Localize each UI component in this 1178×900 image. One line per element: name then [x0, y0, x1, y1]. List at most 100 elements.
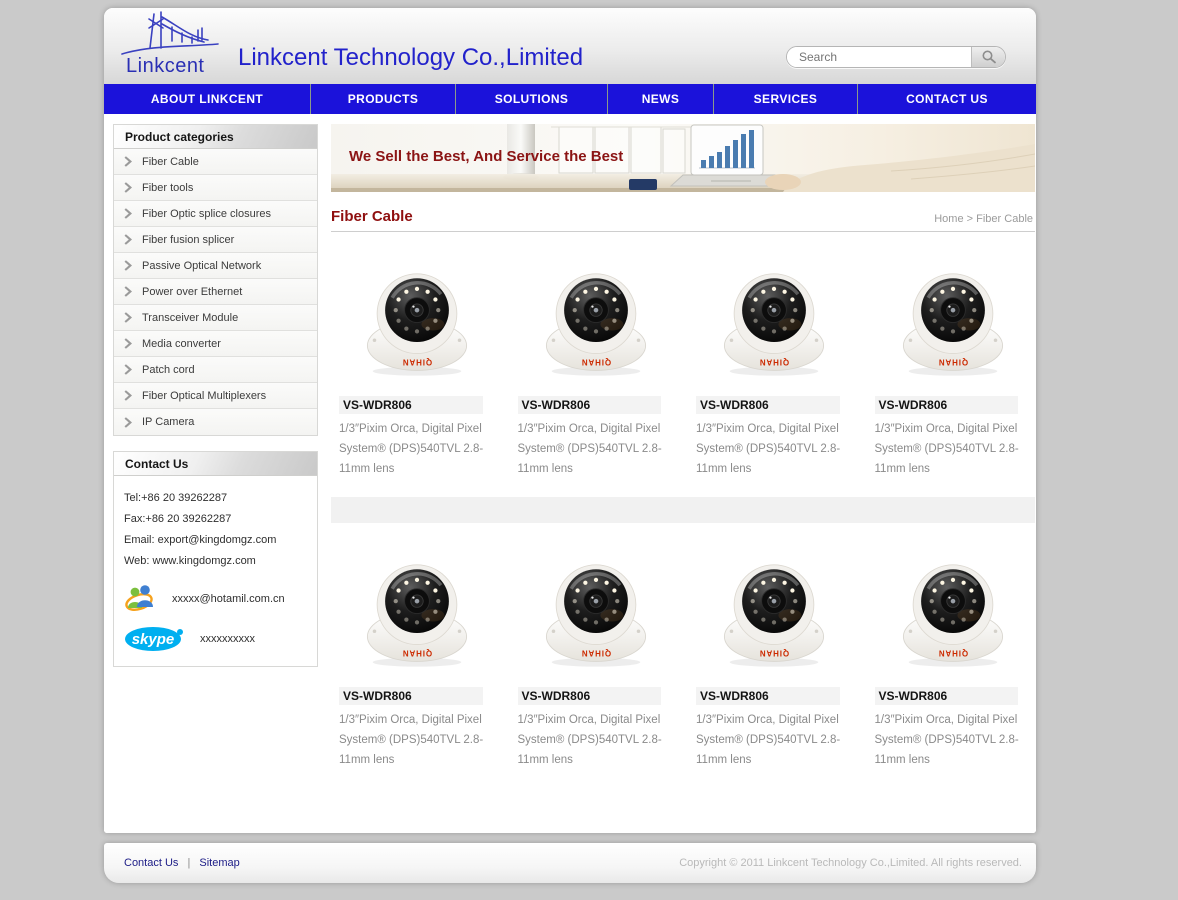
svg-text:QIHAN: QIHAN	[938, 358, 968, 367]
copyright-text: Copyright © 2011 Linkcent Technology Co.…	[679, 857, 1022, 869]
magnifier-icon	[981, 49, 997, 65]
product-card[interactable]: QIHAN VS-WDR806 1/3″Pixim Orca, Digital …	[510, 246, 679, 489]
product-title[interactable]: VS-WDR806	[518, 687, 662, 705]
chevron-right-icon	[124, 417, 132, 428]
chevron-right-icon	[124, 208, 132, 219]
svg-text:QIHAN: QIHAN	[581, 358, 611, 367]
content-area: Product categories Fiber Cable	[104, 114, 1036, 833]
nav-about[interactable]: ABOUT LINKCENT	[104, 84, 310, 114]
svg-text:QIHAN: QIHAN	[402, 358, 432, 367]
category-item[interactable]: Passive Optical Network	[114, 253, 317, 279]
nav-solutions[interactable]: SOLUTIONS	[455, 84, 607, 114]
chevron-right-icon	[124, 260, 132, 271]
category-label: Patch cord	[142, 364, 195, 376]
chevron-right-icon	[124, 286, 132, 297]
contact-fax: Fax:+86 20 39262287	[124, 509, 309, 530]
banner-slogan: We Sell the Best, And Service the Best	[349, 148, 623, 165]
product-title[interactable]: VS-WDR806	[339, 687, 483, 705]
search-button[interactable]	[971, 47, 1005, 67]
breadcrumb-current: Fiber Cable	[976, 213, 1033, 225]
breadcrumb: Home > Fiber Cable	[934, 213, 1035, 225]
product-title[interactable]: VS-WDR806	[518, 396, 662, 414]
category-item[interactable]: Fiber Optic splice closures	[114, 201, 317, 227]
product-card[interactable]: QIHAN VS-WDR806 1/3″Pixim Orca, Digital …	[331, 537, 500, 780]
site-header: Linkcent Linkcent Technology Co.,Limited	[104, 8, 1036, 84]
category-item[interactable]: Fiber tools	[114, 175, 317, 201]
dome-camera-image: QIHAN	[696, 248, 853, 390]
chevron-right-icon	[124, 234, 132, 245]
category-item[interactable]: IP Camera	[114, 409, 317, 435]
category-label: Transceiver Module	[142, 312, 238, 324]
product-title[interactable]: VS-WDR806	[875, 396, 1019, 414]
category-label: Fiber Optic splice closures	[142, 208, 271, 220]
dome-camera-image: QIHAN	[339, 539, 496, 681]
svg-text:QIHAN: QIHAN	[759, 358, 789, 367]
chevron-right-icon	[124, 364, 132, 375]
company-title: Linkcent Technology Co.,Limited	[238, 44, 583, 72]
dome-camera-image: QIHAN	[518, 539, 675, 681]
skype-account: xxxxxxxxxx	[200, 633, 255, 645]
row-divider-band	[331, 497, 1035, 523]
product-card[interactable]: QIHAN VS-WDR806 1/3″Pixim Orca, Digital …	[331, 246, 500, 489]
svg-text:QIHAN: QIHAN	[759, 649, 789, 658]
category-item[interactable]: Power over Ethernet	[114, 279, 317, 305]
category-item[interactable]: Fiber Cable	[114, 149, 317, 175]
product-title[interactable]: VS-WDR806	[696, 396, 840, 414]
msn-messenger-icon	[124, 584, 158, 614]
msn-row: xxxxx@hotamil.com.cn	[124, 584, 309, 614]
category-label: Power over Ethernet	[142, 286, 242, 298]
product-title[interactable]: VS-WDR806	[696, 687, 840, 705]
category-item[interactable]: Transceiver Module	[114, 305, 317, 331]
dome-camera-image: QIHAN	[696, 539, 853, 681]
dome-camera-image: QIHAN	[339, 248, 496, 390]
hero-banner: We Sell the Best, And Service the Best	[331, 124, 1035, 192]
footer-sitemap-link[interactable]: Sitemap	[199, 857, 239, 869]
product-card[interactable]: QIHAN VS-WDR806 1/3″Pixim Orca, Digital …	[688, 537, 857, 780]
svg-text:QIHAN: QIHAN	[938, 649, 968, 658]
svg-text:skype: skype	[132, 631, 175, 648]
company-logo[interactable]: Linkcent	[114, 10, 224, 82]
product-grid-row-1: QIHAN VS-WDR806 1/3″Pixim Orca, Digital …	[331, 246, 1035, 489]
breadcrumb-home-link[interactable]: Home	[934, 213, 963, 225]
product-categories-title: Product categories	[114, 125, 317, 149]
category-item[interactable]: Media converter	[114, 331, 317, 357]
product-card[interactable]: QIHAN VS-WDR806 1/3″Pixim Orca, Digital …	[688, 246, 857, 489]
product-card[interactable]: QIHAN VS-WDR806 1/3″Pixim Orca, Digital …	[867, 246, 1036, 489]
product-card[interactable]: QIHAN VS-WDR806 1/3″Pixim Orca, Digital …	[510, 537, 679, 780]
category-label: Media converter	[142, 338, 221, 350]
chevron-right-icon	[124, 156, 132, 167]
site-footer: Contact Us | Sitemap Copyright © 2011 Li…	[104, 843, 1036, 883]
nav-services[interactable]: SERVICES	[713, 84, 857, 114]
product-title[interactable]: VS-WDR806	[875, 687, 1019, 705]
category-item[interactable]: Fiber fusion splicer	[114, 227, 317, 253]
category-label: Fiber tools	[142, 182, 193, 194]
chevron-right-icon	[124, 312, 132, 323]
nav-contact[interactable]: CONTACT US	[857, 84, 1036, 114]
product-description: 1/3″Pixim Orca, Digital Pixel System® (D…	[518, 419, 675, 479]
footer-contact-link[interactable]: Contact Us	[124, 857, 178, 869]
page-title-row: Fiber Cable Home > Fiber Cable	[331, 208, 1035, 232]
skype-row: skype xxxxxxxxxx	[124, 626, 309, 652]
product-description: 1/3″Pixim Orca, Digital Pixel System® (D…	[339, 710, 496, 770]
main-container: Linkcent Linkcent Technology Co.,Limited…	[104, 8, 1036, 833]
product-title[interactable]: VS-WDR806	[339, 396, 483, 414]
product-card[interactable]: QIHAN VS-WDR806 1/3″Pixim Orca, Digital …	[867, 537, 1036, 780]
contact-info: Tel:+86 20 39262287 Fax:+86 20 39262287 …	[114, 476, 317, 666]
product-grid-row-2: QIHAN VS-WDR806 1/3″Pixim Orca, Digital …	[331, 537, 1035, 780]
search-input[interactable]	[787, 47, 971, 67]
product-description: 1/3″Pixim Orca, Digital Pixel System® (D…	[875, 419, 1032, 479]
page-title: Fiber Cable	[331, 208, 413, 225]
category-label: IP Camera	[142, 416, 194, 428]
chevron-right-icon	[124, 390, 132, 401]
chevron-right-icon	[124, 182, 132, 193]
contact-us-title: Contact Us	[114, 452, 317, 476]
nav-news[interactable]: NEWS	[607, 84, 713, 114]
category-item[interactable]: Patch cord	[114, 357, 317, 383]
product-description: 1/3″Pixim Orca, Digital Pixel System® (D…	[696, 710, 853, 770]
main-column: We Sell the Best, And Service the Best F…	[331, 124, 1035, 780]
main-nav: ABOUT LINKCENT PRODUCTS SOLUTIONS NEWS S…	[104, 84, 1036, 114]
category-label: Passive Optical Network	[142, 260, 261, 272]
logo-wordmark: Linkcent	[126, 55, 205, 78]
category-item[interactable]: Fiber Optical Multiplexers	[114, 383, 317, 409]
nav-products[interactable]: PRODUCTS	[310, 84, 455, 114]
